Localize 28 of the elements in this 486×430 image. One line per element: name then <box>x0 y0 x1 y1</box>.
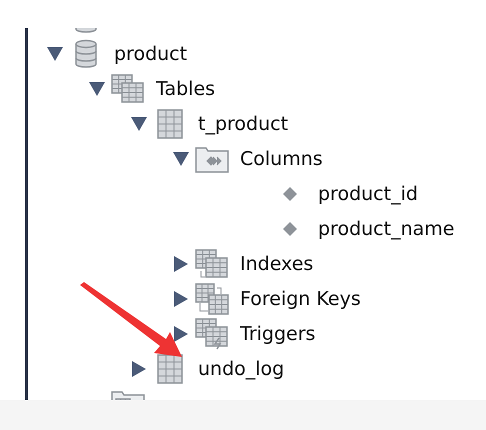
table-icon <box>157 354 183 384</box>
indexes-icon <box>195 248 229 278</box>
table-icon <box>157 108 183 138</box>
database-icon <box>74 38 98 68</box>
tree-item-label[interactable]: product <box>114 42 188 64</box>
diamond-icon <box>282 186 298 202</box>
tree-item-label[interactable]: Columns <box>240 148 323 170</box>
columns-folder-icon <box>195 144 229 172</box>
expand-arrow-icon[interactable] <box>132 360 146 376</box>
expand-arrow-icon[interactable] <box>174 290 188 306</box>
foreign-keys-icon <box>195 282 229 314</box>
collapse-arrow-icon[interactable] <box>89 82 105 96</box>
tree-item-label[interactable]: product_id <box>318 182 418 204</box>
tree-item-label[interactable]: Indexes <box>240 252 314 274</box>
tree-item-label[interactable]: Triggers <box>240 322 316 344</box>
expand-arrow-icon[interactable] <box>174 326 188 342</box>
tables-icon <box>111 74 145 104</box>
expand-arrow-icon[interactable] <box>174 256 188 272</box>
tree-item-label[interactable]: Tables <box>156 78 216 100</box>
triggers-icon <box>195 318 229 350</box>
collapse-arrow-icon[interactable] <box>47 46 63 60</box>
tree-item-label[interactable]: t_product <box>198 112 288 134</box>
tree-item-label[interactable]: product_name <box>318 218 454 240</box>
collapse-arrow-icon[interactable] <box>131 116 147 130</box>
tree-item-label[interactable]: Foreign Keys <box>240 288 361 310</box>
tree-item-label[interactable]: undo_log <box>198 358 284 380</box>
collapse-arrow-icon[interactable] <box>173 152 189 166</box>
diamond-icon <box>282 220 298 236</box>
